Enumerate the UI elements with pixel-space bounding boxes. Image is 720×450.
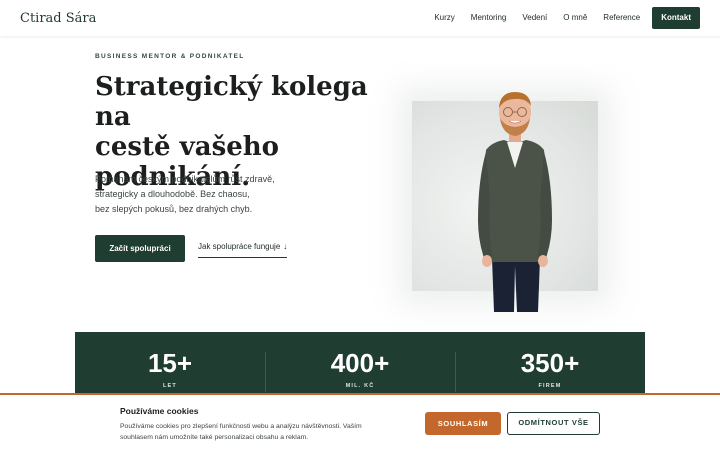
stat-value: 15+ bbox=[147, 348, 193, 378]
stat-label: FIREM bbox=[538, 383, 562, 389]
nav-item-o-mne[interactable]: O mně bbox=[563, 7, 587, 29]
main-nav: Kurzy Mentoring Vedení O mně Reference K… bbox=[418, 7, 700, 29]
hero-eyebrow: BUSINESS MENTOR & PODNIKATEL bbox=[95, 53, 245, 60]
accept-cookies-button[interactable]: SOUHLASÍM bbox=[425, 412, 501, 435]
hero-subtitle-line: strategicky a dlouhodobě. Bez chaosu, bbox=[95, 189, 250, 199]
hero-title-line: Strategický kolega na bbox=[95, 72, 368, 132]
site-logo[interactable]: Ctirad Sára bbox=[20, 11, 96, 26]
nav-item-mentoring[interactable]: Mentoring bbox=[471, 7, 507, 29]
stat-label: LET bbox=[163, 383, 177, 389]
cookie-text: Používáme cookies pro zlepšení funkčnost… bbox=[120, 421, 400, 443]
stat-label: MIL. KČ bbox=[345, 383, 375, 389]
stat-value: 400+ bbox=[330, 348, 390, 378]
arrow-down-icon: ↓ bbox=[283, 242, 288, 251]
decline-cookies-button[interactable]: ODMÍTNOUT VŠE bbox=[507, 412, 600, 435]
contact-button[interactable]: Kontakt bbox=[652, 7, 700, 29]
start-cooperation-button[interactable]: Začít spolupráci bbox=[95, 235, 185, 262]
cookie-text-line: souhlasem nám umožníte také personalizac… bbox=[120, 434, 309, 441]
cookie-text-line: Používáme cookies pro zlepšení funkčnost… bbox=[120, 423, 362, 430]
stat-years: 15+ LET bbox=[75, 332, 265, 402]
site-header: Ctirad Sára Kurzy Mentoring Vedení O mně… bbox=[0, 0, 720, 36]
how-it-works-link[interactable]: Jak spolupráce funguje ↓ bbox=[198, 242, 288, 258]
hero-subtitle: Pomáhám českým podnikatelům růst zdravě,… bbox=[95, 172, 305, 217]
nav-item-vedeni[interactable]: Vedení bbox=[522, 7, 547, 29]
stat-companies: 350+ FIREM bbox=[455, 332, 645, 402]
stats-band: 15+ LET 400+ MIL. KČ 350+ FIREM bbox=[75, 332, 645, 402]
hero-subtitle-line: Pomáhám českým podnikatelům růst zdravě, bbox=[95, 174, 275, 184]
stat-revenue: 400+ MIL. KČ bbox=[265, 332, 455, 402]
stat-value: 350+ bbox=[520, 348, 580, 378]
hero-subtitle-line: bez slepých pokusů, bez drahých chyb. bbox=[95, 204, 253, 214]
cookie-title: Používáme cookies bbox=[120, 406, 199, 416]
cookie-banner: Používáme cookies Používáme cookies pro … bbox=[0, 393, 720, 450]
hero-title-line: cestě vašeho bbox=[95, 132, 279, 162]
how-it-works-label: Jak spolupráce funguje bbox=[198, 242, 281, 251]
nav-item-reference[interactable]: Reference bbox=[603, 7, 640, 29]
nav-item-kurzy[interactable]: Kurzy bbox=[434, 7, 454, 29]
portrait-photo bbox=[478, 92, 552, 312]
